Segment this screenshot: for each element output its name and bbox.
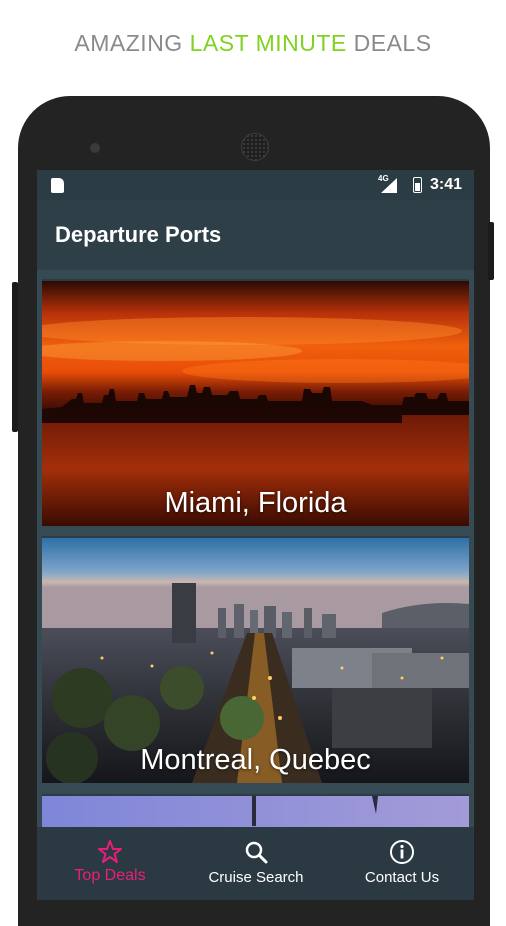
nav-cruise-search[interactable]: Cruise Search: [183, 827, 329, 900]
nav-label: Top Deals: [74, 867, 146, 884]
bottom-navigation: Top Deals Cruise Search Contact Us: [37, 827, 474, 900]
app-bar: Departure Ports: [37, 200, 474, 270]
promo-headline: AMAZING LAST MINUTE DEALS: [0, 30, 506, 57]
port-label: Montreal, Quebec: [140, 744, 371, 776]
info-icon: [390, 840, 414, 864]
phone-screen: 4G 3:41 Departure Ports Miami, Florida M…: [37, 170, 474, 900]
promo-text-1: AMAZING: [74, 30, 183, 56]
status-time: 3:41: [430, 176, 463, 193]
power-button: [488, 222, 494, 280]
status-bar: 4G 3:41: [37, 170, 474, 200]
port-label: Miami, Florida: [164, 487, 347, 519]
port-card-miami[interactable]: Miami, Florida: [42, 279, 469, 526]
front-camera: [90, 143, 100, 153]
nav-label: Contact Us: [364, 869, 440, 886]
nav-contact-us[interactable]: Contact Us: [329, 827, 474, 900]
sd-card-icon: [51, 178, 64, 193]
nav-label: Cruise Search: [208, 869, 304, 886]
port-card-montreal[interactable]: Montreal, Quebec: [42, 536, 469, 783]
page-title: Departure Ports: [55, 222, 222, 247]
search-icon: [245, 841, 268, 864]
volume-button: [12, 282, 18, 432]
promo-highlight: LAST MINUTE: [189, 30, 347, 56]
battery-icon: [413, 177, 422, 193]
star-icon: [98, 840, 122, 863]
nav-top-deals[interactable]: Top Deals: [37, 827, 183, 900]
promo-text-2: DEALS: [353, 30, 432, 56]
signal-icon: [381, 178, 397, 193]
speaker-grille: [241, 133, 269, 161]
